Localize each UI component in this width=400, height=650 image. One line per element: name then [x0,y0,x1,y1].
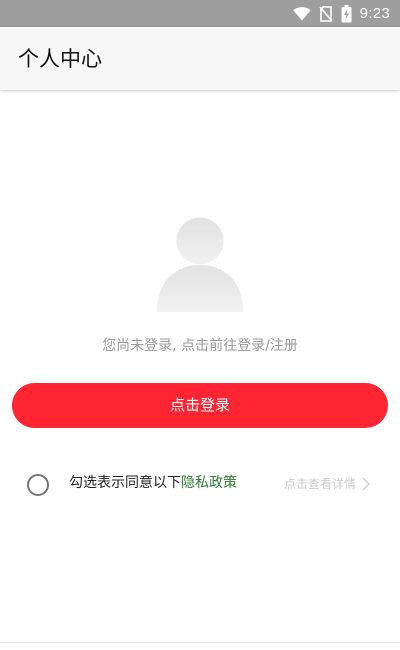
status-time: 9:23 [359,5,390,22]
battery-charging-icon [341,4,352,23]
status-bar: 9:23 [0,0,400,27]
privacy-agreement-row: 勾选表示同意以下隐私政策 点击查看详情 [0,468,400,502]
default-avatar-icon[interactable] [157,216,243,312]
personal-center-screen: 9:23 个人中心 您尚未登录, 点击前往登录/注册 点击登录 勾选表示同意以下… [0,0,400,650]
app-bar: 个人中心 [0,27,400,90]
agreement-text: 勾选表示同意以下隐私政策 [69,473,237,493]
no-sim-icon [318,5,333,22]
privacy-policy-link[interactable]: 隐私政策 [181,475,237,491]
status-icons: 9:23 [292,0,390,27]
view-details-link[interactable]: 点击查看详情 [284,475,370,493]
chevron-right-icon [362,477,370,491]
login-tip[interactable]: 您尚未登录, 点击前往登录/注册 [0,336,400,356]
agreement-checkbox[interactable] [27,474,49,496]
bottom-divider [0,642,400,643]
wifi-icon [292,6,311,21]
view-details-label: 点击查看详情 [283,477,356,491]
login-button[interactable]: 点击登录 [12,383,388,428]
page-title: 个人中心 [18,47,102,71]
agreement-prefix: 勾选表示同意以下 [69,475,181,491]
